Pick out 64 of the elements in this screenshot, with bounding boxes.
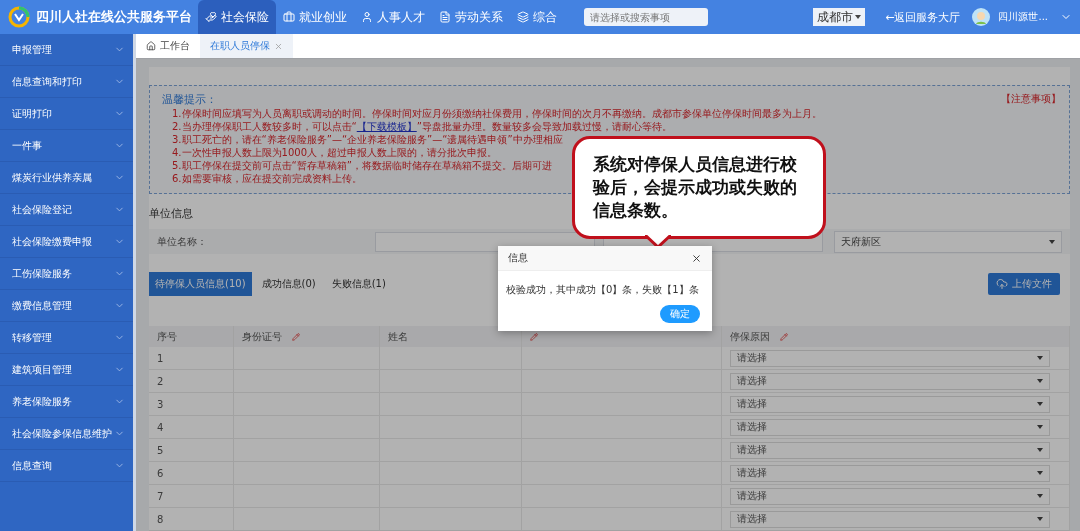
notice-line: 2.当办理停保职工人数较多时，可以点击“【下载模板】”导盘批量办理。数量较多会导致加载过慢，请耐心等待。 [171, 120, 672, 133]
back-link[interactable]: ←返回服务大厅 [885, 9, 961, 25]
sidebar-item[interactable]: 缴费信息管理 [0, 290, 133, 322]
record-tab[interactable]: 成功信息(0) [255, 272, 322, 296]
notes-link[interactable]: 【注意事项】 [1001, 92, 1061, 106]
record-tab[interactable]: 失败信息(1) [325, 272, 392, 296]
sidebar-item[interactable]: 煤炭行业供养亲属 [0, 162, 133, 194]
page-tab[interactable]: 在职人员停保 [200, 34, 293, 58]
reason-select[interactable]: 请选择 [730, 372, 1050, 390]
district-select[interactable]: 天府新区 [834, 230, 1062, 253]
dialog-message: 校验成功，其中成功【0】条，失败【1】条 [505, 283, 700, 297]
sidebar-item[interactable]: 信息查询 [0, 450, 133, 482]
download-link[interactable]: 【下载模板】 [356, 121, 417, 132]
table-cell: 3 [149, 393, 234, 416]
notice-line: 3.职工死亡的，请在“养老保险服务”—“企业养老保险服务”—“遗属待遇申领”中办理相应 [171, 133, 563, 146]
table-header: 姓名 [380, 326, 522, 347]
notice-line: 5.职工停保在提交前可点击“暂存草稿箱”，将数据临时储存在草稿箱不提交。后期可进 [171, 159, 552, 172]
notice-title: 温馨提示： [162, 92, 217, 107]
table-cell: 4 [149, 416, 234, 439]
search-field[interactable]: 请选择或搜索事项 [584, 8, 708, 26]
nav-tab[interactable]: 社会保险 [198, 0, 276, 34]
sidebar-item[interactable]: 转移管理 [0, 322, 133, 354]
city-select[interactable]: 成都市 [813, 8, 866, 26]
reason-select[interactable]: 请选择 [730, 441, 1050, 459]
field-label: 单位名称： [157, 234, 208, 249]
table-header: 停保原因 [722, 326, 1070, 347]
reason-select[interactable]: 请选择 [730, 510, 1050, 528]
sidebar-item[interactable]: 社会保险登记 [0, 194, 133, 226]
upload-button[interactable]: 上传文件 [988, 273, 1060, 295]
table-cell: 5 [149, 439, 234, 462]
sidebar-item[interactable]: 申报管理 [0, 34, 133, 66]
table-header: 序号 [149, 326, 234, 347]
sidebar-item[interactable]: 一件事 [0, 130, 133, 162]
table-cell: 1 [149, 347, 234, 370]
notice-line: 6.如需要审核，应在提交前完成资料上传。 [171, 172, 362, 185]
sidebar-item[interactable]: 证明打印 [0, 98, 133, 130]
user-name[interactable]: 四川源世... [998, 10, 1048, 24]
section-title: 单位信息 [149, 206, 193, 221]
reason-select[interactable]: 请选择 [730, 349, 1050, 367]
notice-line: 4.一次性申报人数上限为1000人，超过申报人数上限的，请分批次申报。 [171, 146, 497, 159]
sidebar-item[interactable]: 建筑项目管理 [0, 354, 133, 386]
reason-select[interactable]: 请选择 [730, 464, 1050, 482]
record-tab[interactable]: 待停保人员信息(10) [149, 272, 252, 296]
notice-line: 1.停保时间应填写为人员离职或调动的时间。停保时间对应月份须缴纳社保费用，停保时间的次月不再缴纳。成都市参保单位停保时间最多为上月。 [171, 107, 822, 120]
sidebar-item[interactable]: 信息查询和打印 [0, 66, 133, 98]
confirm-button[interactable]: 确定 [660, 305, 700, 323]
sidebar-item[interactable]: 工伤保险服务 [0, 258, 133, 290]
nav-tab[interactable]: 人事人才 [354, 0, 432, 34]
table-cell: 2 [149, 370, 234, 393]
sidebar-item[interactable]: 社会保险参保信息维护 [0, 418, 133, 450]
dialog-title: 信息 [508, 251, 528, 265]
reason-select[interactable]: 请选择 [730, 418, 1050, 436]
table-cell: 7 [149, 485, 234, 508]
nav-tab[interactable]: 就业创业 [276, 0, 354, 34]
nav-tab[interactable]: 劳动关系 [432, 0, 510, 34]
table-cell: 8 [149, 508, 234, 531]
table-cell: 6 [149, 462, 234, 485]
sidebar-item[interactable]: 社会保险缴费申报 [0, 226, 133, 258]
sidebar-item[interactable]: 养老保险服务 [0, 386, 133, 418]
reason-select[interactable]: 请选择 [730, 395, 1050, 413]
site-title: 四川人社在线公共服务平台 [36, 8, 192, 26]
reason-select[interactable]: 请选择 [730, 487, 1050, 505]
table-header: 身份证号 [234, 326, 380, 347]
nav-tab[interactable]: 综合 [510, 0, 564, 34]
